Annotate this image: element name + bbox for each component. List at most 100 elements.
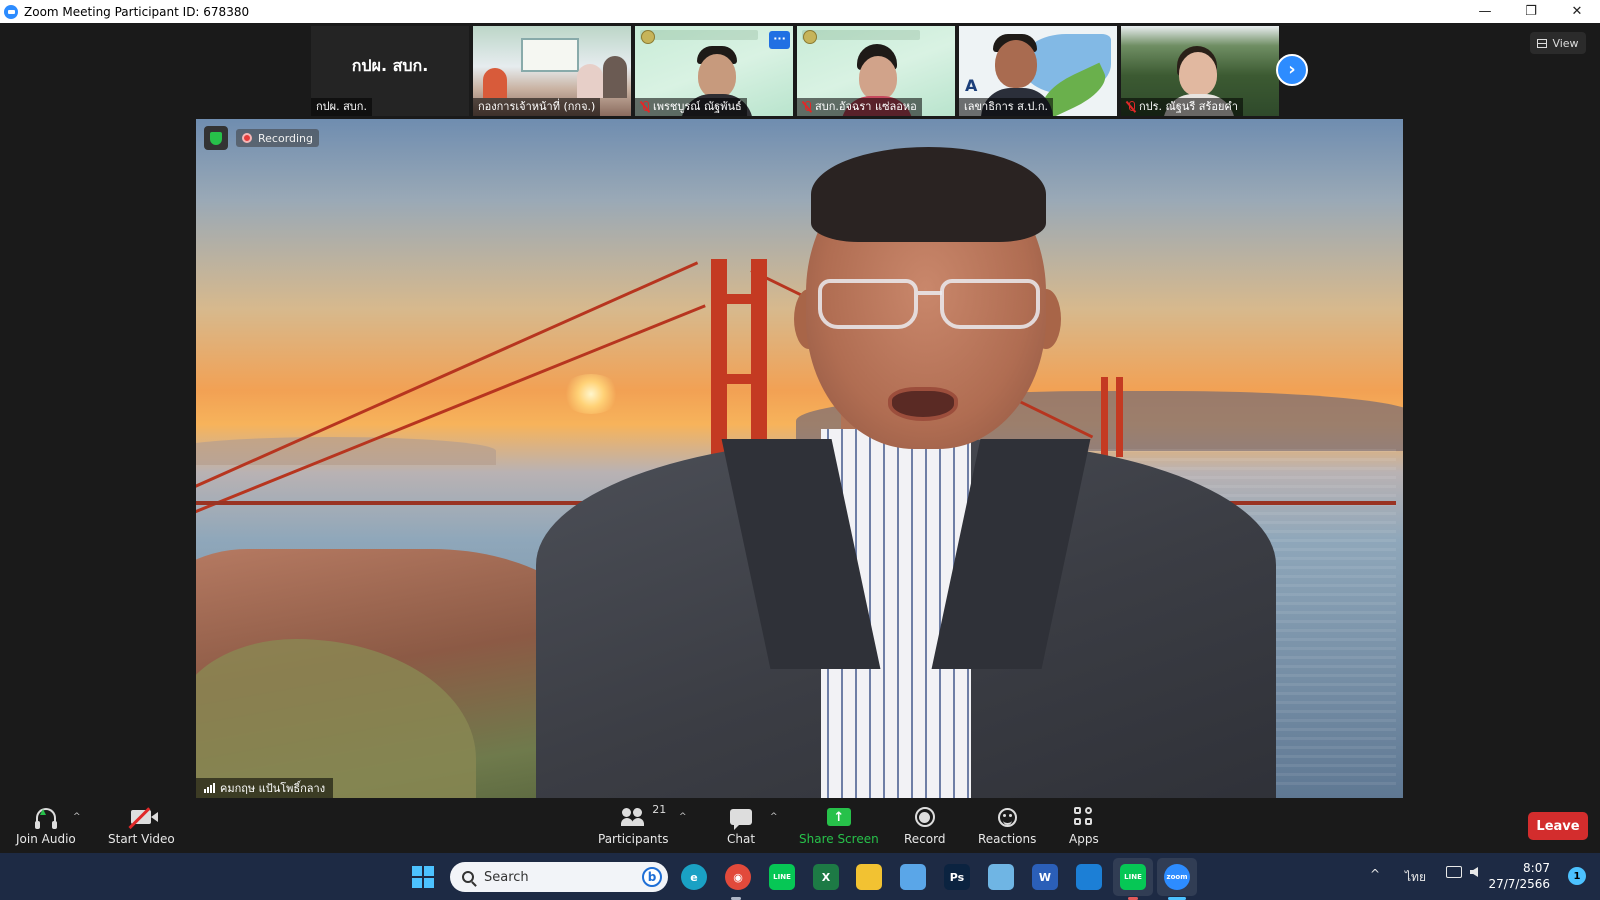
- participant-thumbnail[interactable]: กปผ. สบก. กปผ. สบก.: [311, 26, 469, 116]
- clock-date: 27/7/2566: [1488, 877, 1550, 891]
- chat-label: Chat: [727, 832, 756, 846]
- more-options-button[interactable]: ···: [769, 31, 790, 49]
- volume-icon[interactable]: [1470, 867, 1478, 877]
- taskbar-line-icon[interactable]: LINE: [769, 864, 795, 890]
- minimize-button[interactable]: —: [1462, 0, 1508, 23]
- speaker-mouth: [888, 387, 958, 421]
- share-screen-icon: ↑: [826, 805, 852, 829]
- window-title: Zoom Meeting Participant ID: 678380: [24, 4, 250, 19]
- person-face: [698, 54, 736, 98]
- start-video-button[interactable]: Start Video: [108, 805, 175, 846]
- reactions-button[interactable]: Reactions: [978, 805, 1036, 846]
- participant-thumbnail[interactable]: กองการเจ้าหน้าที่ (กกจ.): [473, 26, 631, 116]
- close-button[interactable]: ✕: [1554, 0, 1600, 23]
- participant-name-label: เลขาธิการ ส.ป.ก.: [959, 98, 1053, 116]
- headphone-icon: [33, 805, 59, 829]
- title-bar: Zoom Meeting Participant ID: 678380 — ❐ …: [0, 0, 1600, 23]
- search-placeholder: Search: [484, 869, 529, 885]
- record-icon: [912, 805, 938, 829]
- person-face: [859, 56, 897, 100]
- participant-display-name-large: กปผ. สบก.: [351, 55, 429, 75]
- system-clock[interactable]: 8:07 27/7/2566: [1488, 860, 1550, 892]
- participant-thumbnail[interactable]: ··· เพรชบูรณ์ ณัฐพันธ์: [635, 26, 793, 116]
- taskbar-window-app-icon[interactable]: [1076, 864, 1102, 890]
- taskbar-photoshop-icon[interactable]: Ps: [944, 864, 970, 890]
- participant-name: เพรชบูรณ์ ณัฐพันธ์: [653, 100, 742, 113]
- chat-options-caret-icon[interactable]: ^: [770, 812, 778, 822]
- apps-button[interactable]: Apps: [1069, 805, 1099, 846]
- room-whiteboard: [521, 38, 579, 72]
- language-indicator[interactable]: ไทย: [1405, 868, 1426, 887]
- smiley-icon: [994, 805, 1020, 829]
- org-logo-icon: [803, 30, 817, 44]
- taskbar-chrome-icon[interactable]: ◉: [725, 864, 751, 890]
- background-banner: [802, 30, 920, 40]
- background-banner: [640, 30, 758, 40]
- participant-thumbnail[interactable]: A เลขาธิการ ส.ป.ก.: [959, 26, 1117, 116]
- signal-strength-icon: [204, 783, 215, 793]
- audio-options-caret-icon[interactable]: ^: [73, 812, 81, 822]
- start-video-label: Start Video: [108, 832, 175, 846]
- recording-indicator[interactable]: Recording: [236, 129, 320, 147]
- logo-letter: A: [965, 76, 978, 95]
- participant-name-label: สบก.อัจฉรา แซ่ลอหอ: [797, 98, 922, 116]
- active-speaker-video[interactable]: Recording คมกฤษ แป้นโพธิ์กลาง: [196, 119, 1403, 798]
- view-button[interactable]: View: [1530, 32, 1586, 54]
- record-button[interactable]: Record: [904, 805, 945, 846]
- participant-name: สบก.อัจฉรา แซ่ลอหอ: [815, 100, 917, 113]
- participants-options-caret-icon[interactable]: ^: [679, 812, 687, 822]
- join-audio-button[interactable]: Join Audio: [16, 805, 76, 846]
- taskbar-excel-icon[interactable]: X: [813, 864, 839, 890]
- share-screen-button[interactable]: ↑ Share Screen: [799, 805, 879, 846]
- clock-time: 8:07: [1523, 861, 1550, 875]
- taskbar-search-box[interactable]: Search b: [450, 862, 668, 892]
- muted-mic-icon: [640, 101, 650, 113]
- taskbar-word-icon[interactable]: W: [1032, 864, 1058, 890]
- bing-icon[interactable]: b: [642, 867, 662, 887]
- speaker-hair: [811, 147, 1046, 242]
- speaker-glasses-lens: [940, 279, 1040, 329]
- notification-badge[interactable]: 1: [1568, 867, 1586, 885]
- share-screen-label: Share Screen: [799, 832, 879, 846]
- participant-thumbnail[interactable]: สบก.อัจฉรา แซ่ลอหอ: [797, 26, 955, 116]
- muted-mic-icon: [1126, 101, 1136, 113]
- taskbar-line-active-icon[interactable]: LINE: [1120, 864, 1146, 890]
- speaker-glasses-lens: [818, 279, 918, 329]
- next-page-chevron-icon[interactable]: ›: [1276, 54, 1308, 86]
- participant-thumbnail[interactable]: กปร. ณัฐนรี สร้อยคำ: [1121, 26, 1279, 116]
- muted-mic-icon: [802, 101, 812, 113]
- speaker-figure: [536, 139, 1316, 798]
- person-figure: [483, 68, 507, 98]
- windows-start-icon[interactable]: [412, 866, 434, 888]
- view-button-label: View: [1552, 36, 1579, 50]
- zoom-app-icon: [4, 4, 18, 19]
- chat-bubble-icon: [728, 805, 754, 830]
- restore-button[interactable]: ❐: [1508, 0, 1554, 23]
- speaker-name: คมกฤษ แป้นโพธิ์กลาง: [220, 782, 326, 795]
- leave-button[interactable]: Leave: [1528, 812, 1588, 840]
- person-face: [1179, 52, 1217, 96]
- org-logo-icon: [641, 30, 655, 44]
- video-off-icon: [128, 805, 159, 829]
- zoom-window: Zoom Meeting Participant ID: 678380 — ❐ …: [0, 0, 1600, 900]
- network-icon[interactable]: [1446, 866, 1462, 878]
- security-shield-icon[interactable]: [204, 126, 228, 150]
- participant-name: เลขาธิการ ส.ป.ก.: [964, 100, 1048, 113]
- participant-name-label: เพรชบูรณ์ ณัฐพันธ์: [635, 98, 747, 116]
- shield-icon: [210, 131, 222, 145]
- taskbar-photos-icon[interactable]: [988, 864, 1014, 890]
- participants-label: Participants: [598, 832, 669, 846]
- participants-button[interactable]: 21 Participants: [598, 803, 669, 846]
- taskbar-zoom-icon[interactable]: zoom: [1164, 864, 1190, 890]
- taskbar-notepad-icon[interactable]: [900, 864, 926, 890]
- participant-count: 21: [652, 803, 667, 816]
- speaker-glasses-bridge: [918, 291, 942, 295]
- person-figure: [577, 64, 603, 98]
- join-audio-label: Join Audio: [16, 832, 76, 846]
- chat-button[interactable]: Chat: [727, 805, 755, 846]
- tray-overflow-chevron-icon[interactable]: ^: [1370, 867, 1380, 881]
- record-label: Record: [904, 832, 946, 846]
- taskbar-edge-icon[interactable]: e: [681, 864, 707, 890]
- taskbar-file-explorer-icon[interactable]: [856, 864, 882, 890]
- person-figure: [603, 56, 627, 98]
